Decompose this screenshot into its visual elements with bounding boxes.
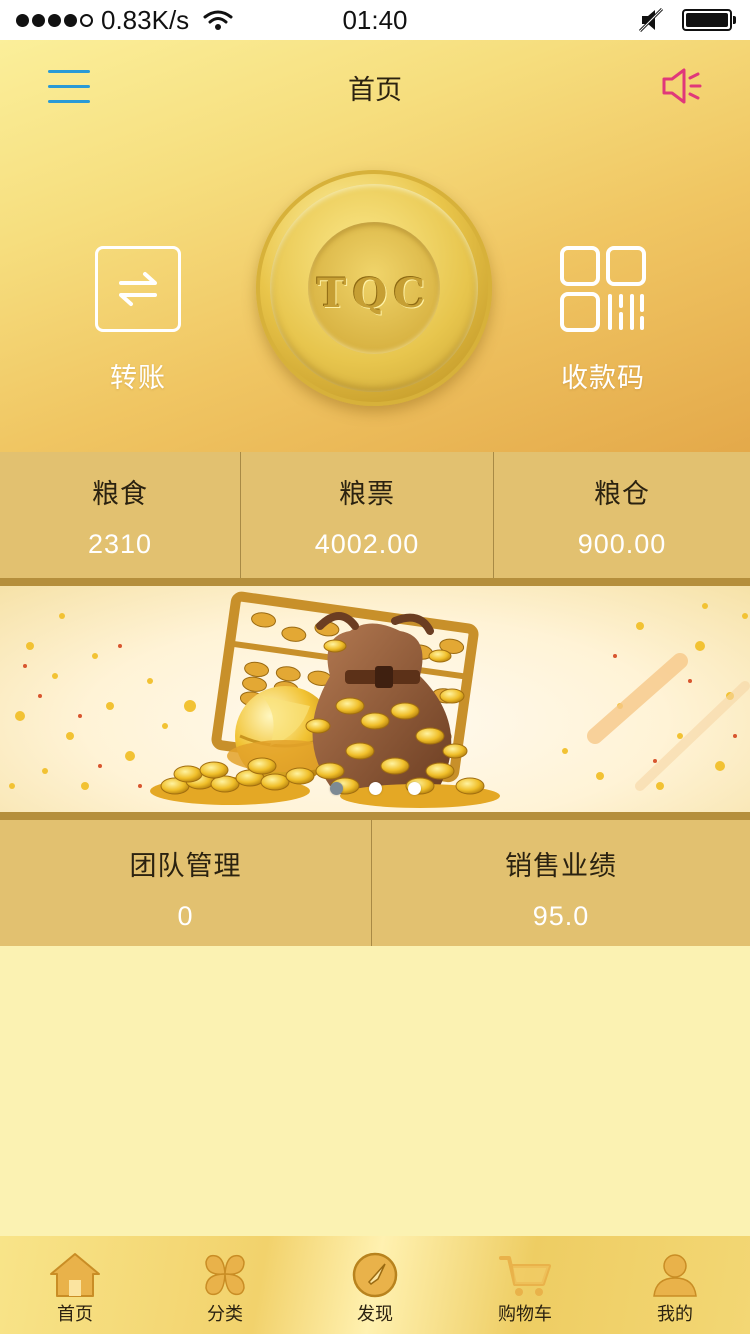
cart-icon: [499, 1256, 551, 1296]
status-right: [638, 0, 736, 40]
page-title: 首页: [348, 75, 402, 106]
compass-icon: [352, 1252, 398, 1298]
bottom-tab-bar: 首页 分类 发现 购物车 我的: [0, 1236, 750, 1334]
banner-pagination: [0, 782, 750, 795]
stat-sales-performance[interactable]: 销售业绩 95.0: [372, 820, 750, 946]
transfer-label: 转账: [110, 363, 166, 394]
speaker-icon[interactable]: [660, 66, 704, 106]
divider: [0, 812, 750, 820]
stats-row-top: 粮食 2310 粮票 4002.00 粮仓 900.00: [0, 452, 750, 580]
stat-value: 900.00: [577, 529, 667, 559]
tab-discover[interactable]: 发现: [300, 1236, 450, 1334]
stat-value: 4002.00: [314, 529, 420, 559]
stat-granary[interactable]: 粮仓 900.00: [494, 452, 750, 580]
divider: [0, 578, 750, 586]
tab-category[interactable]: 分类: [150, 1236, 300, 1334]
home-icon: [50, 1253, 100, 1297]
stats-row-bottom: 团队管理 0 销售业绩 95.0: [0, 820, 750, 946]
tab-mine[interactable]: 我的: [600, 1236, 750, 1334]
banner-dot[interactable]: [368, 782, 382, 795]
stat-team-management[interactable]: 团队管理 0: [0, 820, 372, 946]
stat-label: 粮食: [92, 479, 148, 510]
stat-food[interactable]: 粮食 2310: [0, 452, 241, 580]
stat-value: 2310: [87, 529, 153, 559]
stat-label: 粮票: [339, 479, 395, 510]
tab-label: 发现: [357, 1304, 393, 1325]
coin-text: TQC: [316, 270, 432, 317]
tab-label: 分类: [207, 1304, 243, 1325]
stat-label: 团队管理: [129, 851, 242, 882]
stat-food-coupon[interactable]: 粮票 4002.00: [241, 452, 494, 580]
stat-label: 销售业绩: [505, 851, 617, 882]
stat-value: 95.0: [532, 901, 590, 931]
battery-icon: [682, 9, 736, 31]
category-icon: [205, 1254, 245, 1296]
tqc-coin-logo: TQC: [256, 170, 492, 406]
promo-banner[interactable]: [0, 586, 750, 812]
mute-icon: [638, 7, 664, 33]
banner-illustration: [9, 591, 750, 808]
qrcode-label: 收款码: [561, 363, 645, 394]
stat-label: 粮仓: [594, 479, 650, 510]
tab-label: 购物车: [498, 1304, 552, 1325]
tab-label: 首页: [57, 1304, 93, 1325]
hero-section: 首页 转账 TQC 收款码: [0, 40, 750, 452]
qrcode-button[interactable]: 收款码: [533, 246, 673, 395]
status-bar: 0.83K/s 01:40: [0, 0, 750, 40]
tab-cart[interactable]: 购物车: [450, 1236, 600, 1334]
user-icon: [653, 1254, 697, 1297]
qrcode-icon: [560, 246, 646, 332]
tab-label: 我的: [657, 1304, 693, 1325]
transfer-button[interactable]: 转账: [68, 246, 208, 395]
banner-dot[interactable]: [329, 782, 343, 795]
stat-value: 0: [177, 901, 194, 931]
banner-dot[interactable]: [407, 782, 421, 795]
tab-home[interactable]: 首页: [0, 1236, 150, 1334]
transfer-icon: [95, 246, 181, 332]
